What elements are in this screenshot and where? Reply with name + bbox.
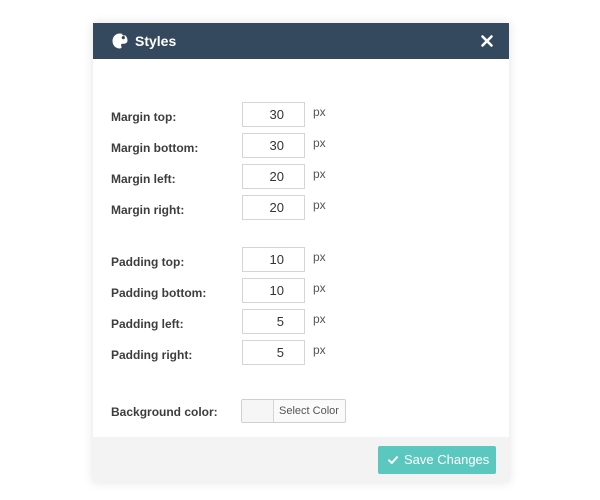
styles-dialog: Styles Margin top: 30 px Margin bottom: … (93, 23, 509, 482)
save-changes-label: Save Changes (404, 452, 490, 467)
padding-left-row: Padding left: 5 px (93, 309, 509, 335)
check-icon (388, 456, 398, 464)
margin-left-unit: px (313, 167, 326, 181)
margin-bottom-input[interactable]: 30 (242, 133, 305, 158)
palette-icon (112, 32, 128, 49)
padding-right-label: Padding right: (111, 348, 193, 362)
margin-top-label: Margin top: (111, 110, 177, 124)
padding-bottom-unit: px (313, 281, 326, 295)
padding-top-label: Padding top: (111, 255, 185, 269)
padding-bottom-input[interactable]: 10 (242, 278, 305, 303)
padding-bottom-label: Padding bottom: (111, 286, 207, 300)
select-color-button[interactable]: Select Color (241, 399, 346, 423)
margin-bottom-label: Margin bottom: (111, 141, 199, 155)
dialog-footer: Save Changes (93, 437, 509, 482)
padding-right-row: Padding right: 5 px (93, 340, 509, 366)
padding-right-input[interactable]: 5 (242, 340, 305, 365)
padding-top-unit: px (313, 250, 326, 264)
margin-bottom-row: Margin bottom: 30 px (93, 133, 509, 159)
margin-right-unit: px (313, 198, 326, 212)
dialog-header: Styles (93, 23, 509, 59)
margin-right-input[interactable]: 20 (242, 195, 305, 220)
background-color-row: Background color: Select Color (93, 399, 509, 425)
margin-left-input[interactable]: 20 (242, 164, 305, 189)
dialog-body: Margin top: 30 px Margin bottom: 30 px M… (93, 59, 509, 437)
close-icon[interactable] (479, 33, 495, 49)
padding-bottom-row: Padding bottom: 10 px (93, 278, 509, 304)
margin-left-label: Margin left: (111, 172, 176, 186)
color-swatch[interactable] (242, 400, 274, 422)
margin-top-unit: px (313, 105, 326, 119)
margin-top-row: Margin top: 30 px (93, 102, 509, 128)
dialog-title: Styles (135, 33, 177, 49)
padding-left-input[interactable]: 5 (242, 309, 305, 334)
margin-right-label: Margin right: (111, 203, 185, 217)
margin-left-row: Margin left: 20 px (93, 164, 509, 190)
padding-right-unit: px (313, 343, 326, 357)
background-color-label: Background color: (111, 405, 218, 419)
margin-right-row: Margin right: 20 px (93, 195, 509, 221)
margin-bottom-unit: px (313, 136, 326, 150)
padding-top-input[interactable]: 10 (242, 247, 305, 272)
padding-top-row: Padding top: 10 px (93, 247, 509, 273)
padding-left-unit: px (313, 312, 326, 326)
select-color-label: Select Color (279, 405, 339, 417)
padding-left-label: Padding left: (111, 317, 184, 331)
save-changes-button[interactable]: Save Changes (378, 446, 496, 474)
margin-top-input[interactable]: 30 (242, 102, 305, 127)
